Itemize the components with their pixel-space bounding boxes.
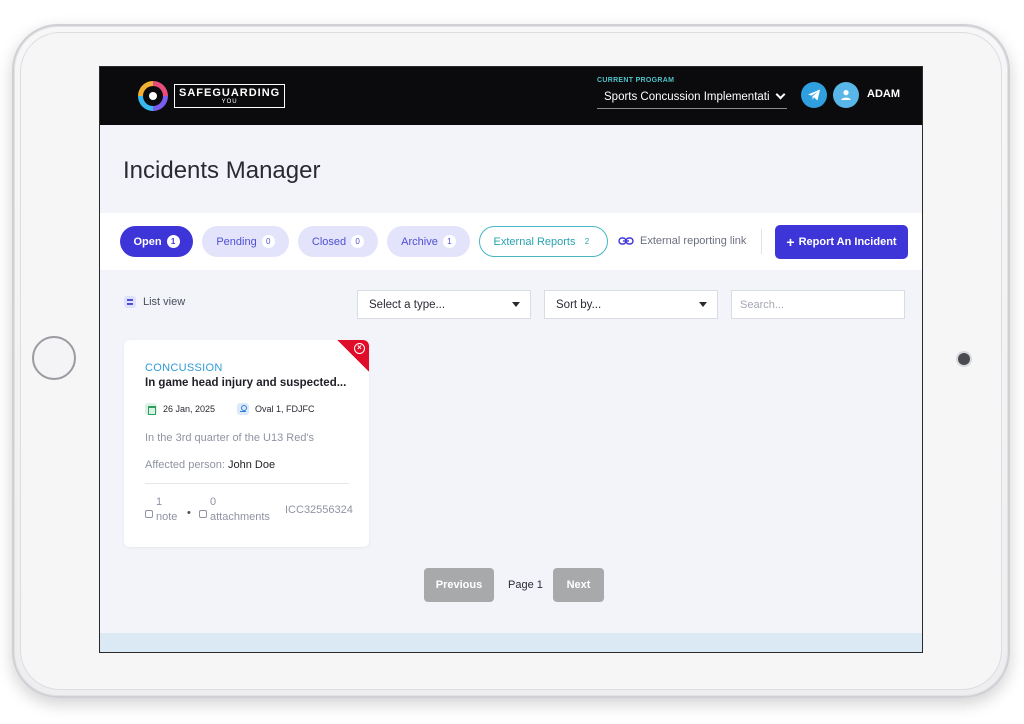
incident-reference: ICC32556324 xyxy=(285,504,353,516)
page-title: Incidents Manager xyxy=(123,157,321,184)
sort-select[interactable]: Sort by... xyxy=(544,290,718,319)
incident-category: CONCUSSION xyxy=(145,362,223,374)
external-reporting-link[interactable]: External reporting link xyxy=(618,235,746,247)
affected-person: Affected person: John Doe xyxy=(145,459,275,471)
caret-down-icon xyxy=(699,302,707,307)
program-selector: CURRENT PROGRAM Sports Concussion Implem… xyxy=(597,77,787,109)
tab-label: Open xyxy=(133,235,162,248)
tab-label: External Reports xyxy=(493,235,576,248)
incident-card[interactable]: × CONCUSSION In game head injury and sus… xyxy=(124,340,369,547)
notes-label: note xyxy=(156,511,178,523)
previous-page-button[interactable]: Previous xyxy=(424,568,494,602)
brand-sub: YOU xyxy=(221,99,238,105)
attachment-icon xyxy=(199,510,207,518)
program-dropdown[interactable]: Sports Concussion Implementation xyxy=(597,89,787,109)
incident-location-text: Oval 1, FDJFC xyxy=(255,404,315,414)
top-bar: SAFEGUARDING YOU CURRENT PROGRAM Sports … xyxy=(100,67,922,125)
note-icon xyxy=(145,510,153,518)
user-avatar-button[interactable] xyxy=(833,82,859,108)
incident-title: In game head injury and suspected... xyxy=(145,377,347,389)
chevron-down-icon xyxy=(775,89,786,100)
alert-x-icon: × xyxy=(354,343,365,354)
telegram-button[interactable] xyxy=(801,82,827,108)
tab-label: Pending xyxy=(216,235,257,248)
tab-count-badge: 0 xyxy=(351,235,365,248)
toolbar-divider xyxy=(761,229,762,254)
logo-mark-icon xyxy=(138,81,168,111)
incident-footer: 1 note • 0 attachments ICC32556324 xyxy=(145,496,353,526)
tab-count-badge: 2 xyxy=(584,237,590,246)
tab-label: Archive xyxy=(401,235,438,248)
paper-plane-icon xyxy=(808,89,820,101)
tablet-home-button xyxy=(32,336,76,380)
type-select-value: Select a type... xyxy=(369,298,446,311)
app-screen: SAFEGUARDING YOU CURRENT PROGRAM Sports … xyxy=(99,66,923,653)
tab-count-badge: 0 xyxy=(261,235,275,248)
location-pin-icon xyxy=(237,403,250,415)
calendar-icon xyxy=(145,403,157,415)
sort-select-value: Sort by... xyxy=(556,298,602,311)
incident-location: Oval 1, FDJFC xyxy=(237,403,315,415)
program-value: Sports Concussion Implementation xyxy=(604,90,770,103)
affected-label: Affected person: xyxy=(145,459,228,471)
program-label: CURRENT PROGRAM xyxy=(597,77,675,84)
tab-closed[interactable]: Closed 0 xyxy=(298,226,378,257)
external-link-label: External reporting link xyxy=(640,235,747,247)
next-page-button[interactable]: Next xyxy=(553,568,604,602)
attachments-label: attachments xyxy=(210,511,270,523)
notes-count: 1 xyxy=(156,496,163,508)
incident-date-text: 26 Jan, 2025 xyxy=(163,404,216,414)
report-button-label: Report An Incident xyxy=(798,236,897,248)
link-icon xyxy=(618,237,634,245)
type-select[interactable]: Select a type... xyxy=(357,290,531,319)
brand-name: SAFEGUARDING xyxy=(179,87,281,99)
tab-label: Closed xyxy=(311,235,347,248)
list-view-toggle[interactable]: List view xyxy=(124,296,185,308)
brand-logo[interactable]: SAFEGUARDING YOU xyxy=(138,81,286,111)
status-tabs-bar: Open 1 Pending 0 Closed 0 Archive 1 Exte… xyxy=(100,213,922,270)
tab-open[interactable]: Open 1 xyxy=(120,226,193,257)
list-view-icon xyxy=(124,296,136,308)
page-indicator: Page 1 xyxy=(508,579,543,591)
plus-icon: + xyxy=(786,234,795,250)
logo-wordmark: SAFEGUARDING YOU xyxy=(174,84,286,108)
incident-meta: 26 Jan, 2025 Oval 1, FDJFC xyxy=(145,403,315,415)
incident-description: In the 3rd quarter of the U13 Red's xyxy=(145,432,315,444)
footer-band xyxy=(100,633,922,652)
dot-separator: • xyxy=(187,507,191,519)
card-divider xyxy=(145,483,349,484)
caret-down-icon xyxy=(512,302,520,307)
list-view-label: List view xyxy=(143,296,186,308)
tab-pending[interactable]: Pending 0 xyxy=(202,226,289,257)
tablet-camera xyxy=(958,353,970,365)
user-name[interactable]: ADAM xyxy=(867,88,900,100)
attachments-count: 0 xyxy=(210,496,217,508)
tab-external-reports[interactable]: External Reports 2 xyxy=(479,226,608,257)
user-icon xyxy=(841,90,851,100)
affected-person-name: John Doe xyxy=(227,459,276,471)
search-input[interactable] xyxy=(731,290,905,319)
report-incident-button[interactable]: + Report An Incident xyxy=(775,225,908,259)
tab-count-badge: 1 xyxy=(442,235,456,248)
tab-archive[interactable]: Archive 1 xyxy=(387,226,470,257)
incident-date: 26 Jan, 2025 xyxy=(145,403,215,415)
tab-count-badge: 1 xyxy=(166,235,180,248)
